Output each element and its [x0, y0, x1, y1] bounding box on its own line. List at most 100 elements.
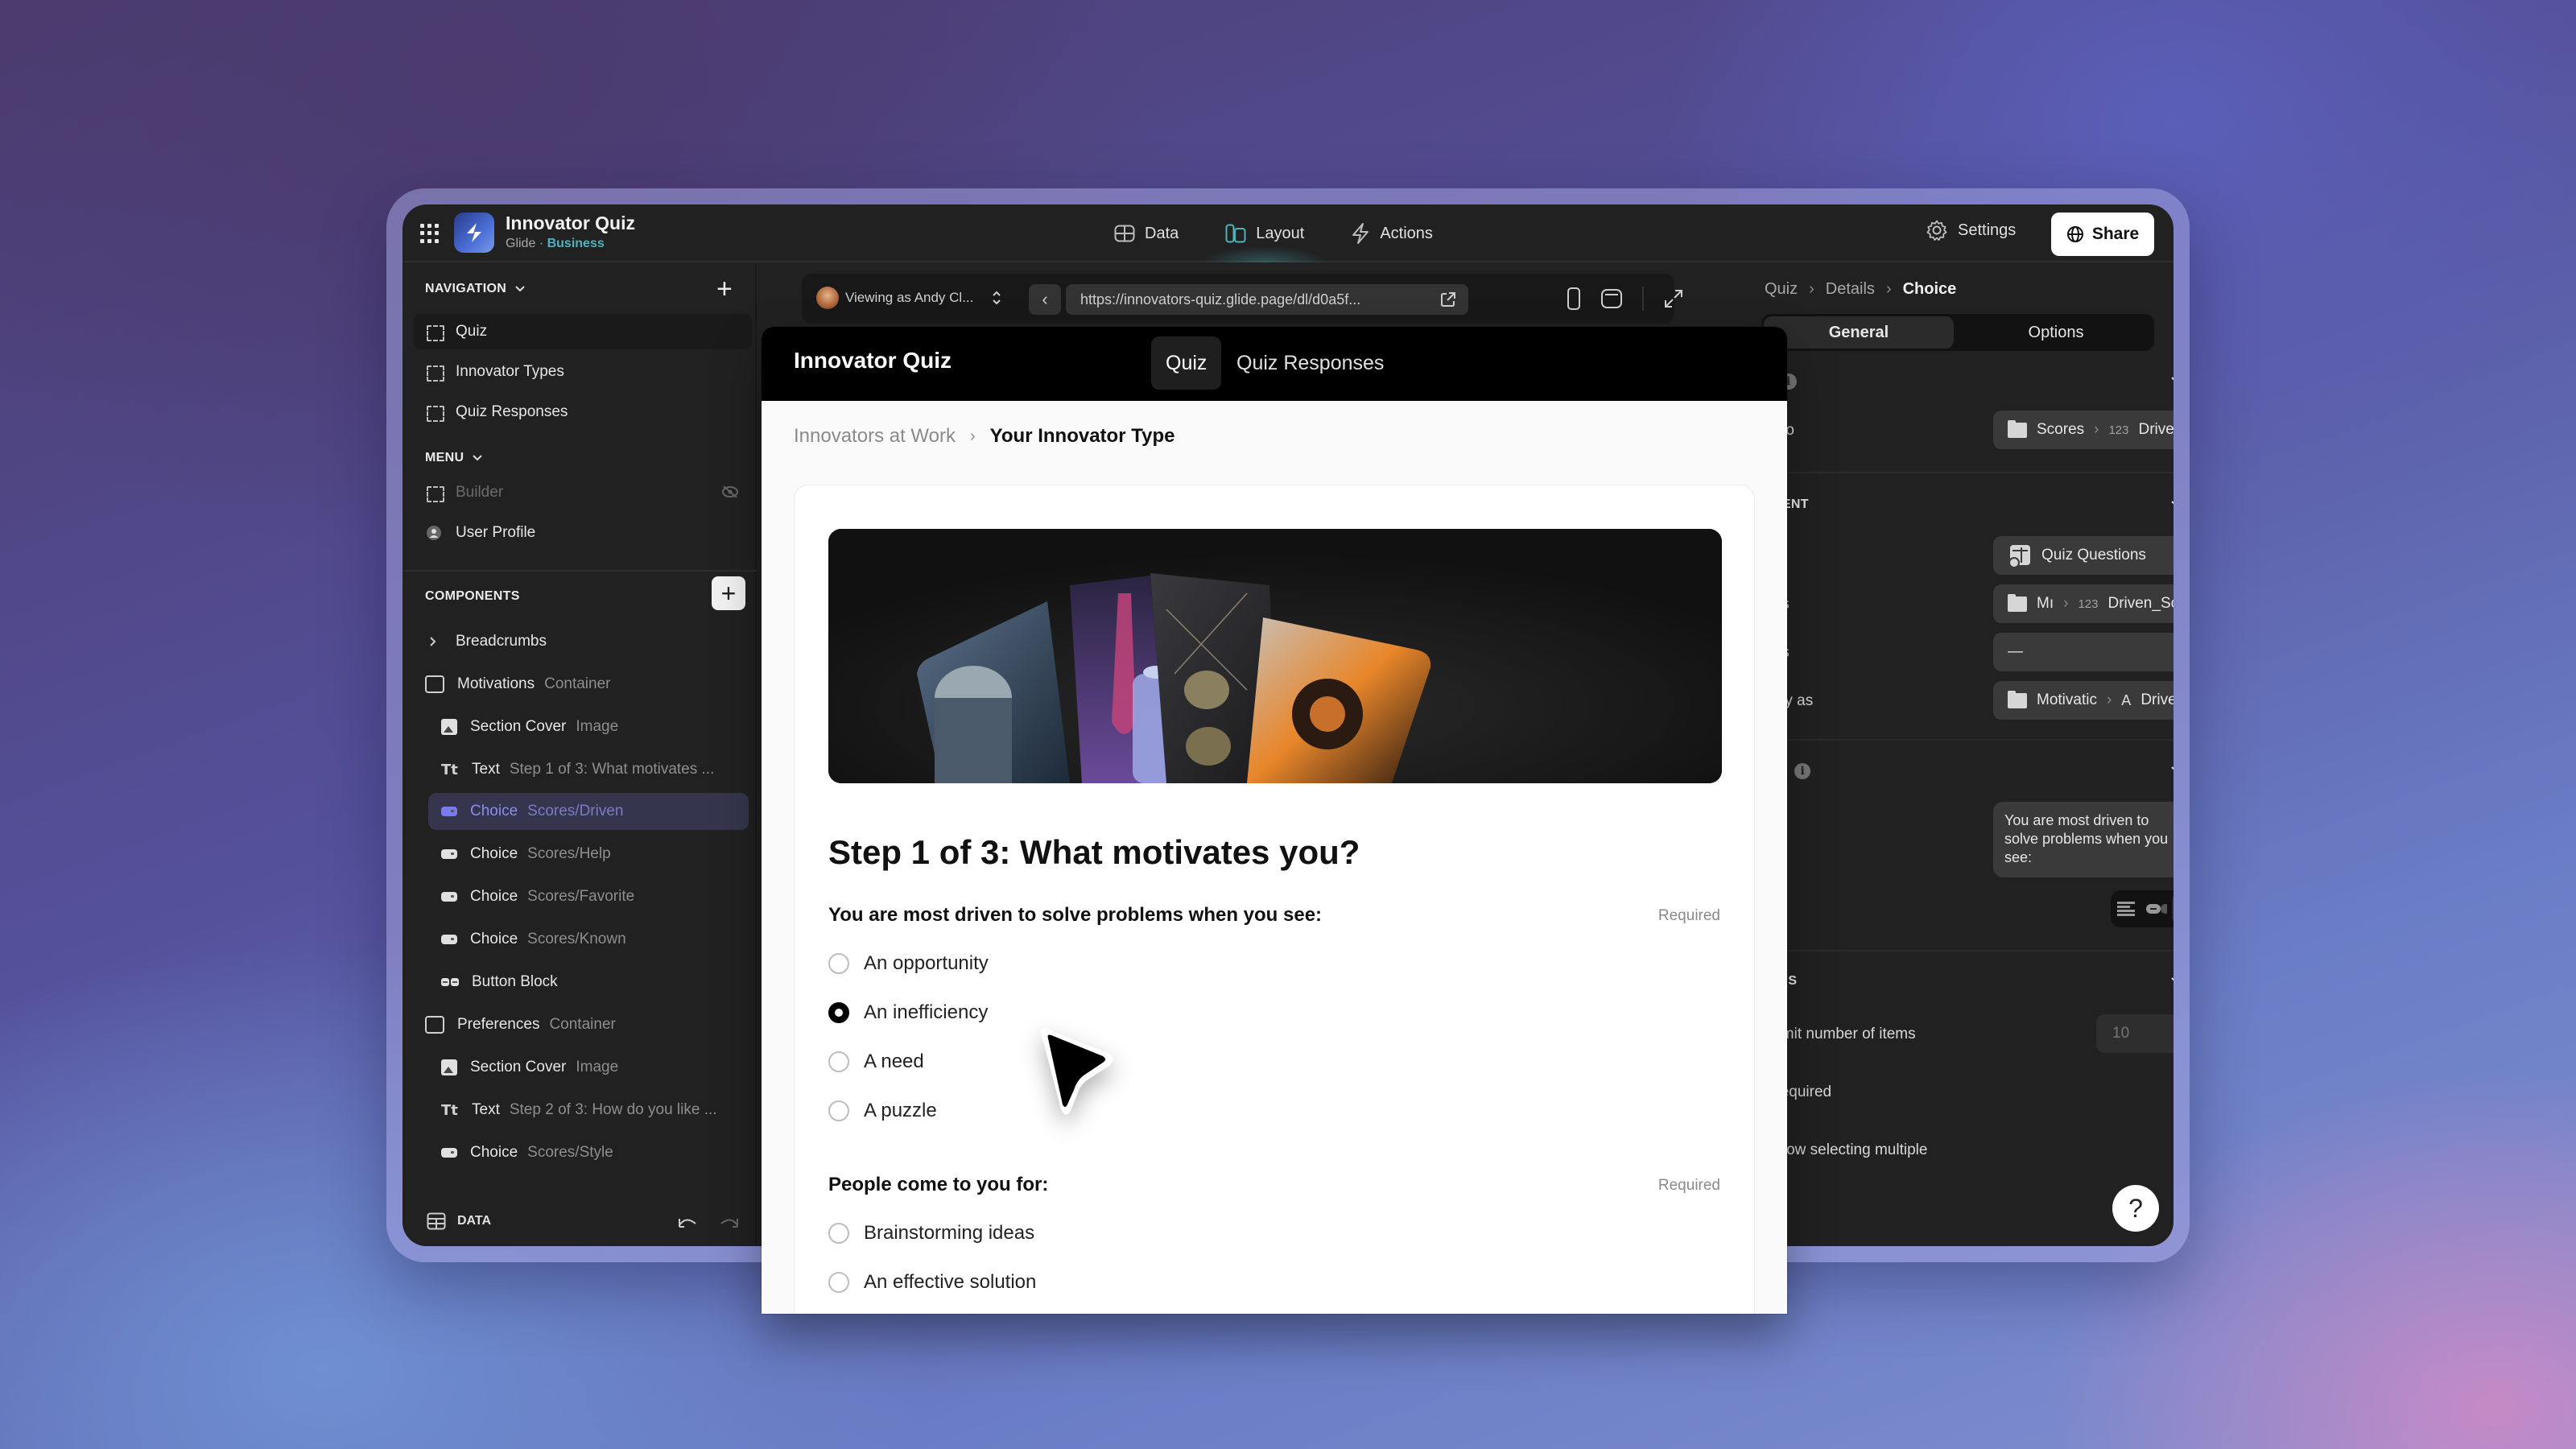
sidebar-divider: [402, 570, 757, 572]
preview-tab-quiz-responses[interactable]: Quiz Responses: [1222, 336, 1398, 390]
section-divider: [1765, 739, 2174, 741]
radio-button[interactable]: [828, 1272, 849, 1293]
design-section-header[interactable]: IGNi: [1765, 763, 2174, 779]
apps-grid-icon[interactable]: [420, 224, 440, 243]
chevron-down-icon: [2171, 501, 2174, 505]
eye-off-icon[interactable]: [721, 485, 739, 499]
component-choice-driven[interactable]: Choice Scores/Driven: [428, 793, 749, 830]
viewing-as-selector[interactable]: Viewing as Andy Cl...: [816, 287, 1002, 309]
required-indicator: Required: [1657, 1177, 1720, 1194]
layout-icon: [1225, 224, 1246, 243]
component-section-cover[interactable]: Section Cover Image: [441, 708, 618, 745]
choice-icon: [441, 935, 457, 944]
menu-item-builder[interactable]: Builder: [414, 475, 752, 510]
external-link-icon[interactable]: [1439, 291, 1457, 308]
option-brainstorming-ideas[interactable]: Brainstorming ideas: [828, 1222, 1034, 1245]
globe-icon: [2066, 226, 2083, 242]
tab-actions[interactable]: Actions: [1351, 204, 1433, 262]
option-a-puzzle[interactable]: A puzzle: [828, 1100, 937, 1122]
breadcrumb-current: Your Innovator Type: [989, 425, 1175, 447]
section-divider: [1765, 472, 2174, 473]
allow-multiple-label[interactable]: Allow selecting multiple: [1769, 1141, 1927, 1159]
style-radio-option[interactable]: [2172, 893, 2174, 925]
images-select[interactable]: —: [1993, 633, 2174, 671]
mouse-cursor-icon: [1040, 1028, 1113, 1115]
phone-icon[interactable]: [1567, 287, 1581, 311]
style-list-option[interactable]: [2111, 893, 2141, 925]
menu-section-header[interactable]: MENU: [425, 451, 483, 465]
component-button-block[interactable]: Button Block: [441, 964, 558, 1001]
settings-button[interactable]: Settings: [1926, 219, 2016, 242]
text-icon: Tt: [441, 761, 458, 778]
expand-icon[interactable]: [1663, 288, 1684, 309]
url-field[interactable]: https://innovators-quiz.glide.page/dl/d0…: [1066, 284, 1468, 315]
data-section-header[interactable]: Ai: [1765, 374, 2174, 390]
tablet-icon[interactable]: [1600, 288, 1623, 309]
radio-button[interactable]: [828, 1223, 849, 1244]
preview-tab-quiz[interactable]: Quiz: [1151, 336, 1222, 390]
section-divider: [1765, 950, 2174, 952]
style-pills-option[interactable]: [2141, 893, 2172, 925]
component-choice-style[interactable]: Choice Scores/Style: [441, 1134, 613, 1171]
radio-button-selected[interactable]: [828, 1002, 849, 1023]
nav-item-quiz[interactable]: Quiz: [414, 314, 752, 349]
display-as-select[interactable]: Motivatic › A Driven: [1993, 681, 2174, 720]
redo-icon[interactable]: [718, 1214, 741, 1230]
add-screen-icon[interactable]: +: [716, 275, 733, 303]
glide-logo-icon: [467, 223, 481, 242]
component-choice-favorite[interactable]: Choice Scores/Favorite: [441, 878, 634, 915]
back-button[interactable]: ‹: [1029, 284, 1061, 315]
choice-icon: [441, 807, 457, 816]
data-editor-link[interactable]: DATA: [427, 1212, 491, 1230]
radio-button[interactable]: [828, 1100, 849, 1121]
help-button[interactable]: ?: [2112, 1185, 2159, 1232]
chevron-down-icon: [2171, 977, 2174, 981]
option-an-effective-solution[interactable]: An effective solution: [828, 1271, 1036, 1294]
write-to-select[interactable]: Scores › 123 Driven: [1993, 411, 2174, 449]
component-choice-known[interactable]: Choice Scores/Known: [441, 921, 626, 958]
component-breadcrumbs[interactable]: Breadcrumbs: [425, 623, 547, 660]
component-text[interactable]: Tt Text Step 1 of 3: What motivates ...: [441, 751, 714, 788]
table-icon: [1114, 225, 1135, 242]
top-nav: Data Layout Actions: [1114, 204, 1433, 262]
step-heading: Step 1 of 3: What motivates you?: [828, 833, 1360, 871]
option-a-need[interactable]: A need: [828, 1051, 924, 1073]
info-icon[interactable]: i: [1794, 763, 1811, 779]
choice-icon: [441, 849, 457, 859]
options-section-header[interactable]: IONS: [1765, 974, 2174, 989]
undo-icon[interactable]: [676, 1214, 699, 1230]
lightning-icon: [1352, 223, 1369, 244]
container-icon: [425, 1016, 444, 1034]
component-motivations-container[interactable]: Motivations Container: [425, 666, 611, 703]
label-input[interactable]: You are most driven to solve problems wh…: [1993, 802, 2174, 877]
values-select[interactable]: Mı › 123 Driven_Score: [1993, 584, 2174, 623]
limit-items-label[interactable]: Limit number of items: [1769, 1026, 1916, 1043]
button-block-icon: [441, 978, 459, 986]
breadcrumb-parent[interactable]: Innovators at Work: [794, 425, 956, 448]
option-an-inefficiency[interactable]: An inefficiency: [828, 1001, 988, 1024]
navigation-section-header[interactable]: NAVIGATION: [425, 282, 526, 296]
screen-icon: [427, 365, 444, 382]
text-icon: Tt: [441, 1101, 458, 1119]
list-icon: [2117, 902, 2135, 916]
radio-button[interactable]: [828, 953, 849, 974]
content-section-header[interactable]: NTENT: [1765, 497, 2174, 512]
component-choice-help[interactable]: Choice Scores/Help: [441, 836, 611, 873]
gear-icon: [1926, 220, 1947, 241]
component-text-2[interactable]: Tt Text Step 2 of 3: How do you like ...: [441, 1092, 717, 1129]
radio-button[interactable]: [828, 1051, 849, 1072]
component-preferences-container[interactable]: Preferences Container: [425, 1006, 616, 1043]
component-section-cover-2[interactable]: Section Cover Image: [441, 1049, 618, 1086]
nav-item-innovator-types[interactable]: Innovator Types: [414, 354, 752, 390]
menu-item-user-profile[interactable]: User Profile: [414, 515, 752, 551]
tab-data[interactable]: Data: [1114, 204, 1179, 262]
share-button[interactable]: Share: [2051, 213, 2154, 256]
source-select[interactable]: Quiz Questions: [1993, 536, 2174, 575]
option-an-opportunity[interactable]: An opportunity: [828, 952, 989, 975]
chevron-right-icon[interactable]: [425, 635, 443, 648]
add-component-button[interactable]: +: [712, 576, 745, 610]
nav-item-quiz-responses[interactable]: Quiz Responses: [414, 394, 752, 430]
limit-items-input[interactable]: [2096, 1014, 2174, 1053]
app-preview: Innovator Quiz Quiz Quiz Responses Innov…: [762, 327, 1787, 1314]
tab-layout[interactable]: Layout: [1201, 204, 1329, 262]
